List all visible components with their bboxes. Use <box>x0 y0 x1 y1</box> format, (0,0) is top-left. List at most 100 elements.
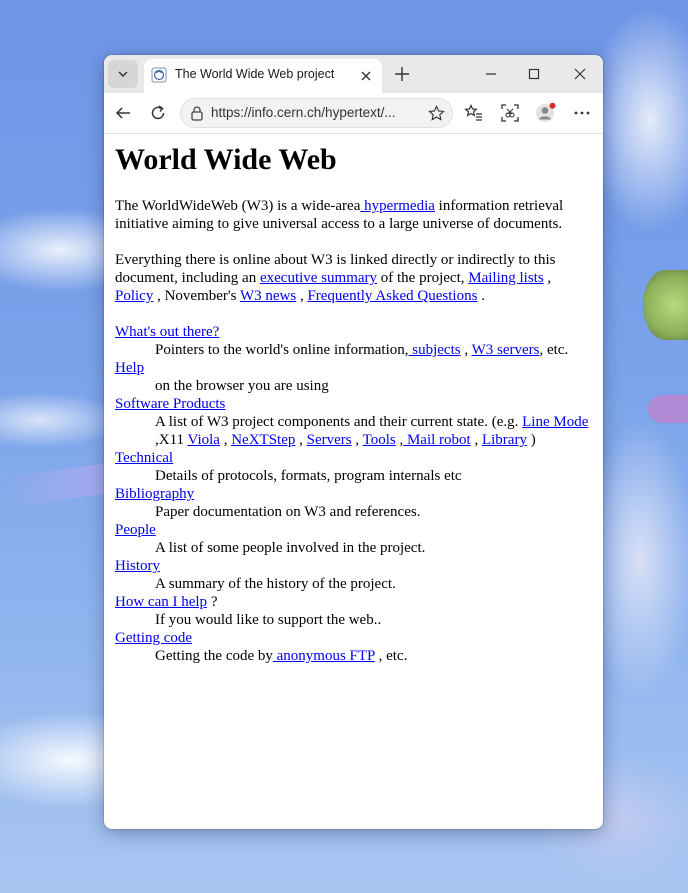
refresh-button[interactable] <box>147 102 169 124</box>
overview-text: . <box>477 288 485 304</box>
link-executive-summary[interactable]: executive summary <box>260 270 377 286</box>
wallpaper-character-mouth <box>648 395 688 423</box>
topic-description: A summary of the history of the project. <box>155 576 396 592</box>
link-technical[interactable]: Technical <box>115 450 173 466</box>
favorites-button[interactable] <box>463 102 485 124</box>
more-options-button[interactable] <box>571 102 593 124</box>
desc-text: A list of W3 project components and thei… <box>155 414 523 430</box>
favorites-list-icon <box>464 104 482 121</box>
desc-text: , etc. <box>539 342 569 358</box>
topic-term: What's out there? <box>115 323 592 341</box>
close-icon <box>574 68 586 80</box>
link-faq[interactable]: Frequently Asked Questions <box>307 288 477 304</box>
desc-text: ) <box>526 432 536 448</box>
overview-text: of the project, <box>377 270 469 286</box>
more-horizontal-icon <box>574 111 590 115</box>
topic-list: What's out there? Pointers to the world'… <box>115 323 592 665</box>
link-hypermedia[interactable]: hypermedia <box>360 198 435 214</box>
star-icon <box>427 104 445 121</box>
topic-term: People <box>115 521 592 539</box>
avatar-icon <box>536 102 556 122</box>
link-nextstep[interactable]: NeXTStep <box>231 432 295 448</box>
back-button[interactable] <box>112 102 134 124</box>
topic-term: Technical <box>115 449 592 467</box>
link-anonymous-ftp[interactable]: anonymous FTP <box>273 648 375 664</box>
topic-description: on the browser you are using <box>155 378 329 394</box>
active-tab[interactable]: The World Wide Web project <box>144 59 382 93</box>
new-tab-button[interactable] <box>392 64 412 84</box>
screenshot-button[interactable] <box>499 102 521 124</box>
link-line-mode[interactable]: Line Mode <box>522 414 588 430</box>
topic-description: A list of some people involved in the pr… <box>155 540 426 556</box>
address-bar[interactable]: https://info.cern.ch/hypertext/... <box>180 98 453 128</box>
topic-description: A list of W3 project components and thei… <box>155 413 592 449</box>
chevron-down-icon <box>118 71 128 78</box>
overview-text: , <box>543 270 552 286</box>
term-suffix: ? <box>207 594 218 610</box>
browser-window: The World Wide Web project https://info.… <box>104 55 603 829</box>
arrow-left-icon <box>115 107 130 119</box>
minimize-button[interactable] <box>481 64 501 84</box>
desc-text: , <box>351 432 363 448</box>
lock-icon <box>191 106 203 121</box>
overview-text: , <box>296 288 308 304</box>
link-servers[interactable]: Servers <box>307 432 352 448</box>
link-getting-code[interactable]: Getting code <box>115 630 192 646</box>
intro-paragraph: The WorldWideWeb (W3) is a wide-area hyp… <box>115 197 592 233</box>
link-software-products[interactable]: Software Products <box>115 396 225 412</box>
page-title: World Wide Web <box>115 143 337 176</box>
overview-paragraph: Everything there is online about W3 is l… <box>115 251 592 305</box>
close-icon <box>361 71 371 81</box>
navigation-toolbar: https://info.cern.ch/hypertext/... <box>104 93 603 134</box>
desc-text: Getting the code by <box>155 648 273 664</box>
close-window-button[interactable] <box>570 64 590 84</box>
topic-description: Getting the code by anonymous FTP , etc. <box>155 647 592 665</box>
link-people[interactable]: People <box>115 522 156 538</box>
profile-button[interactable] <box>535 102 557 124</box>
tab-actions-button[interactable] <box>108 60 138 88</box>
desc-text: , etc. <box>374 648 408 664</box>
topic-term: Software Products <box>115 395 592 413</box>
link-mail-robot[interactable]: Mail robot <box>403 432 471 448</box>
desc-text: , <box>219 432 232 448</box>
topic-description: Details of protocols, formats, program i… <box>155 468 462 484</box>
minimize-icon <box>486 73 496 75</box>
topic-description: If you would like to support the web.. <box>155 612 382 628</box>
title-bar: The World Wide Web project <box>104 55 603 93</box>
topic-term: Bibliography <box>115 485 592 503</box>
desc-text: , <box>470 432 482 448</box>
desc-text: , <box>460 342 472 358</box>
plus-icon <box>395 67 409 81</box>
cern-favicon-icon <box>151 67 167 83</box>
screenshot-icon <box>501 104 519 122</box>
link-mailing-lists[interactable]: Mailing lists <box>468 270 543 286</box>
link-tools[interactable]: Tools <box>363 432 396 448</box>
link-bibliography[interactable]: Bibliography <box>115 486 194 502</box>
tab-title: The World Wide Web project <box>175 67 335 81</box>
topic-description: Pointers to the world's online informati… <box>155 341 592 359</box>
maximize-icon <box>528 68 540 80</box>
topic-term: How can I help ? <box>115 593 592 611</box>
intro-text: The WorldWideWeb (W3) is a wide-area <box>115 198 361 214</box>
link-viola[interactable]: Viola <box>188 432 220 448</box>
page-content: World Wide Web The WorldWideWeb (W3) is … <box>104 134 603 829</box>
overview-text: , November's <box>153 288 240 304</box>
link-library[interactable]: Library <box>482 432 527 448</box>
topic-term: History <box>115 557 592 575</box>
link-policy[interactable]: Policy <box>115 288 153 304</box>
link-help[interactable]: Help <box>115 360 144 376</box>
desc-text: ,X11 <box>155 432 188 448</box>
topic-term: Help <box>115 359 592 377</box>
address-url: https://info.cern.ch/hypertext/... <box>211 105 396 120</box>
desc-text: Pointers to the world's online informati… <box>155 342 409 358</box>
tab-close-button[interactable] <box>358 68 374 84</box>
link-subjects[interactable]: subjects <box>409 342 460 358</box>
favorite-button[interactable] <box>426 103 446 123</box>
link-whats-out-there[interactable]: What's out there? <box>115 324 219 340</box>
link-w3-servers[interactable]: W3 servers <box>472 342 540 358</box>
link-history[interactable]: History <box>115 558 160 574</box>
link-how-can-i-help[interactable]: How can I help <box>115 594 207 610</box>
link-w3-news[interactable]: W3 news <box>240 288 296 304</box>
maximize-button[interactable] <box>524 64 544 84</box>
desc-text: , <box>295 432 307 448</box>
